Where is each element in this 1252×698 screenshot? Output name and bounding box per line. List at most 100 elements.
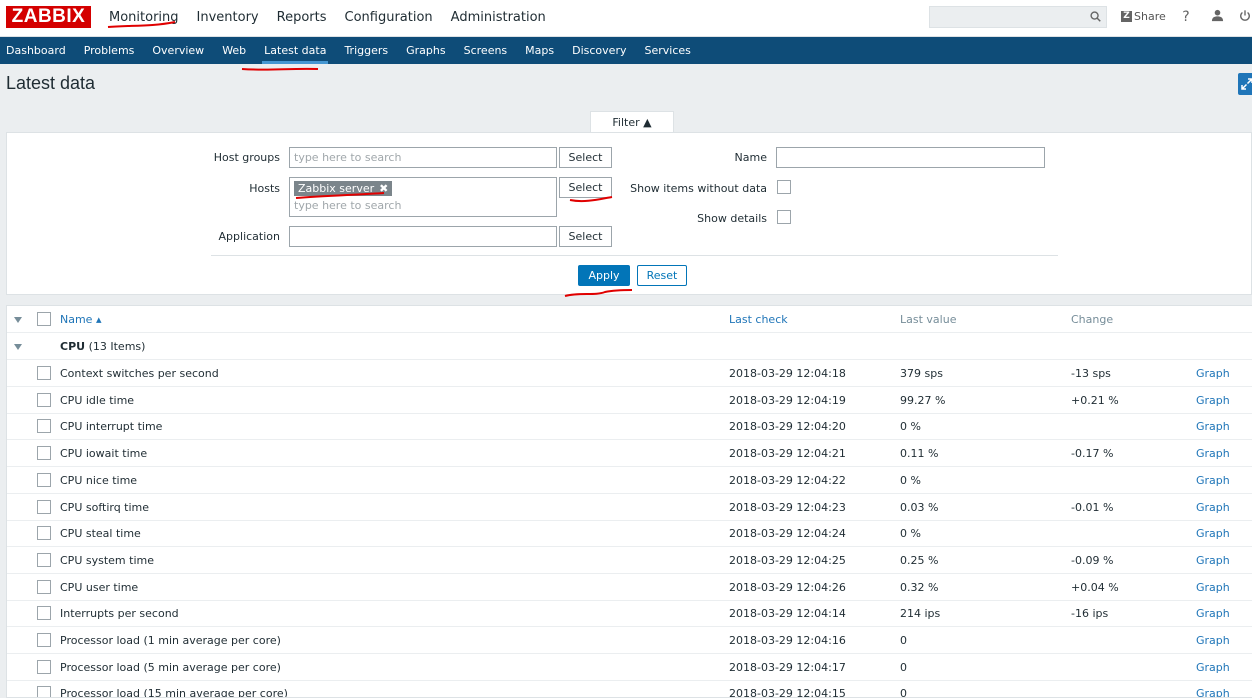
table-row: CPU interrupt time 2018-03-29 12:04:20 0 %… [7,413,1252,441]
item-last-value: 0.25 % [900,553,939,567]
item-checkbox[interactable] [37,366,51,380]
host-groups-label: Host groups [213,151,280,164]
item-graph-link[interactable]: Graph [1196,494,1230,521]
item-graph-link[interactable]: Graph [1196,413,1230,440]
table-row: Interrupts per second 2018-03-29 12:04:14… [7,600,1252,628]
item-graph-link[interactable]: Graph [1196,627,1230,654]
hosts-placeholder: type here to search [294,199,402,212]
item-name: CPU user time [60,580,139,594]
collapse-all-icon[interactable] [14,317,22,323]
fullscreen-button[interactable] [1238,73,1252,95]
table-row: CPU idle time 2018-03-29 12:04:19 99.27 % +… [7,387,1252,414]
table-row: Processor load (5 min average per core) 2… [7,654,1252,681]
item-checkbox[interactable] [37,633,51,647]
sub-nav-dashboard[interactable]: Dashboard [0,37,75,64]
group-row-cpu: CPU (13 Items) [7,333,1252,360]
sign-out-icon[interactable] [1238,9,1252,25]
item-last-check: 2018-03-29 12:04:23 [729,500,846,514]
item-last-check: 2018-03-29 12:04:21 [729,447,846,461]
item-checkbox[interactable] [37,579,51,594]
item-name: Interrupts per second [60,607,179,621]
item-graph-link[interactable]: Graph [1196,547,1230,574]
filter-toggle-tab[interactable]: Filter ▲ [590,111,674,133]
item-checkbox[interactable] [37,526,51,541]
name-column-header[interactable]: Name ▴ [60,306,101,333]
host-groups-input[interactable]: type here to search [289,147,557,168]
sub-nav-triggers[interactable]: Triggers [335,37,397,64]
item-graph-link[interactable]: Graph [1196,520,1230,547]
collapse-group-icon[interactable] [14,344,22,350]
help-icon[interactable]: ? [1179,9,1193,25]
table-row: Processor load (1 min average per core) 2… [7,627,1252,654]
item-graph-link[interactable]: Graph [1196,680,1230,697]
main-nav-configuration[interactable]: Configuration [336,0,442,36]
item-checkbox[interactable] [37,446,51,461]
last-value-column-header: Last value [900,313,957,326]
show-details-checkbox[interactable] [777,210,791,224]
table-row: CPU iowait time 2018-03-29 12:04:21 0.11 %… [7,440,1252,468]
hosts-label: Hosts [249,182,280,195]
item-checkbox[interactable] [37,472,51,487]
item-last-check: 2018-03-29 12:04:20 [729,420,846,434]
item-graph-link[interactable]: Graph [1196,440,1230,467]
hosts-input[interactable]: Zabbix server ✖ type here to search [289,177,557,217]
item-last-check: 2018-03-29 12:04:22 [729,473,846,487]
name-input[interactable] [776,147,1045,168]
last-check-column-header[interactable]: Last check [729,306,788,333]
item-checkbox[interactable] [37,686,51,697]
reset-button[interactable]: Reset [637,265,687,286]
search-icon[interactable] [1090,11,1101,22]
main-nav-reports[interactable]: Reports [268,0,336,36]
show-items-without-data-label: Show items without data [630,182,767,195]
main-nav-inventory[interactable]: Inventory [188,0,268,36]
hosts-select-button[interactable]: Select [559,177,612,198]
apply-button[interactable]: Apply [578,265,630,286]
sub-nav-services[interactable]: Services [635,37,699,64]
sub-nav-discovery[interactable]: Discovery [563,37,635,64]
sub-nav-latest-data[interactable]: Latest data [255,37,335,64]
item-graph-link[interactable]: Graph [1196,387,1230,414]
sub-nav-maps[interactable]: Maps [516,37,563,64]
item-graph-link[interactable]: Graph [1196,574,1230,601]
item-last-value: 379 sps [900,367,943,380]
item-last-value: 99.27 % [900,393,946,407]
global-search-input[interactable] [929,6,1107,28]
item-checkbox[interactable] [37,606,51,621]
item-graph-link[interactable]: Graph [1196,600,1230,627]
main-nav-administration[interactable]: Administration [442,0,555,36]
sub-nav-graphs[interactable]: Graphs [397,37,454,64]
show-items-without-data-checkbox[interactable] [777,180,791,194]
main-nav-monitoring[interactable]: Monitoring [100,0,188,36]
item-checkbox[interactable] [37,419,51,434]
item-change: -0.09 % [1071,553,1114,567]
user-profile-icon[interactable] [1210,9,1224,25]
share-button[interactable]: Z Share [1121,10,1166,23]
item-last-value: 0 % [900,420,921,434]
sub-nav-overview[interactable]: Overview [143,37,213,64]
item-checkbox[interactable] [37,499,51,514]
item-graph-link[interactable]: Graph [1196,467,1230,494]
item-graph-link[interactable]: Graph [1196,654,1230,681]
item-last-check: 2018-03-29 12:04:25 [729,553,846,567]
host-chip: Zabbix server ✖ [294,181,393,196]
item-name: CPU iowait time [60,447,148,461]
remove-chip-icon[interactable]: ✖ [379,181,388,196]
host-groups-select-button[interactable]: Select [559,147,612,168]
item-last-check: 2018-03-29 12:04:17 [729,660,846,674]
zabbix-logo[interactable]: ZABBIX [6,6,91,28]
table-row: CPU system time 2018-03-29 12:04:25 0.25 %… [7,547,1252,574]
item-name: Processor load (1 min average per core) [60,634,281,647]
select-all-checkbox[interactable] [37,312,51,326]
application-input[interactable] [289,226,557,247]
application-select-button[interactable]: Select [559,226,612,247]
item-checkbox[interactable] [37,659,51,674]
item-last-check: 2018-03-29 12:04:18 [729,367,846,380]
item-checkbox[interactable] [37,552,51,567]
sub-nav-problems[interactable]: Problems [75,37,144,64]
sub-nav-screens[interactable]: Screens [455,37,517,64]
table-row: CPU nice time 2018-03-29 12:04:22 0 % Graph [7,467,1252,494]
item-checkbox[interactable] [37,392,51,407]
item-name: CPU idle time [60,393,135,407]
item-graph-link[interactable]: Graph [1196,360,1230,387]
sub-nav-web[interactable]: Web [213,37,255,64]
